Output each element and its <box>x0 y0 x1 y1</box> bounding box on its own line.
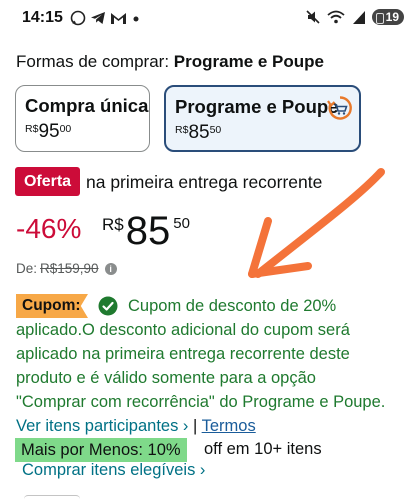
option-price-integer: 95 <box>38 121 60 142</box>
participating-items-link-label: Ver itens participantes <box>16 417 179 435</box>
mute-icon <box>306 10 320 24</box>
list-price: De: R$159,90 i <box>16 261 117 276</box>
option-title: Programe e Poupe <box>175 96 339 117</box>
option-one-time-purchase[interactable]: Compra única R$ 95 00 <box>15 85 150 152</box>
telegram-icon <box>91 12 105 24</box>
option-currency: R$ <box>175 124 189 136</box>
wifi-icon <box>327 10 345 24</box>
option-price: R$ 85 50 <box>175 122 221 144</box>
option-title: Compra única <box>25 95 149 116</box>
coupon-message: Cupom de desconto de 20% aplicado.O desc… <box>16 294 388 438</box>
option-currency: R$ <box>25 123 39 135</box>
option-price: R$ 95 00 <box>25 121 71 143</box>
option-subscribe-save[interactable]: Programe e Poupe R$ 85 50 <box>164 85 361 152</box>
list-price-label: De: <box>16 261 38 276</box>
next-section-peek <box>24 495 80 500</box>
discount-percentage: -46% <box>16 213 82 244</box>
link-separator: | <box>193 417 198 435</box>
deal-text: na primeira entrega recorrente <box>86 172 323 192</box>
eligible-items-link[interactable]: Comprar itens elegíveis › <box>22 461 205 480</box>
whatsapp-icon <box>70 10 86 26</box>
option-price-cents: 50 <box>209 124 222 136</box>
ways-to-buy-label: Formas de comprar: <box>16 52 170 71</box>
more-for-less-text: off em 10+ itens <box>204 440 322 458</box>
list-price-value: R$159,90 <box>40 261 99 276</box>
battery-indicator: 19 <box>371 9 404 25</box>
system-icons: 19 <box>305 9 404 25</box>
terms-link[interactable]: Termos <box>202 417 256 435</box>
ways-to-buy: Formas de comprar: Programe e Poupe <box>16 52 324 72</box>
info-icon[interactable]: i <box>104 262 117 275</box>
participating-items-link[interactable]: Ver itens participantes › <box>16 417 188 435</box>
option-price-integer: 85 <box>188 122 210 143</box>
price: R$ 85 50 <box>102 210 190 252</box>
price-cents: 50 <box>173 215 190 232</box>
status-time: 14:15 <box>22 9 63 26</box>
status-bar: 14:15 19 <box>0 0 420 38</box>
dot-icon <box>133 16 139 22</box>
signal-icon <box>352 11 365 24</box>
notification-icons <box>70 10 141 26</box>
subscribe-save-icon <box>327 96 352 120</box>
eligible-items-link-label: Comprar itens elegíveis <box>22 461 196 479</box>
price-integer: 85 <box>125 209 171 253</box>
ways-to-buy-selected: Programe e Poupe <box>173 52 324 71</box>
gmail-icon <box>111 13 126 24</box>
more-for-less-badge: Mais por Menos: 10% <box>15 438 187 462</box>
deal-badge: Oferta <box>15 167 80 196</box>
coupon-message-text: Cupom de desconto de 20% aplicado.O desc… <box>16 297 386 411</box>
option-price-cents: 00 <box>59 123 72 135</box>
price-currency: R$ <box>102 215 124 234</box>
